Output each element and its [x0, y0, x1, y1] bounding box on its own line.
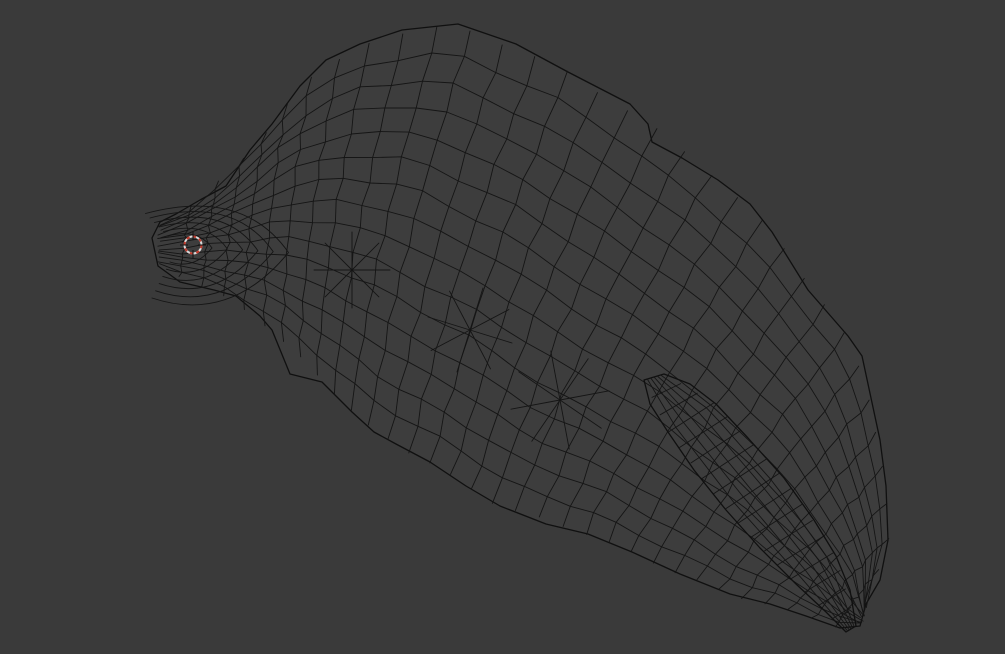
wireframe-mesh[interactable]	[0, 0, 1005, 654]
3d-viewport[interactable]	[0, 0, 1005, 654]
